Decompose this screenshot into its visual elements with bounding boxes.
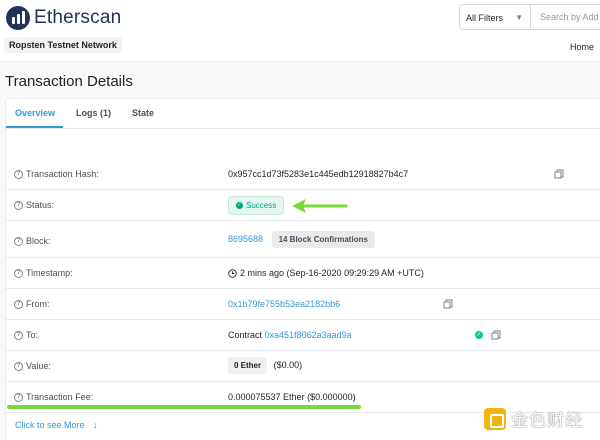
contract-prefix: Contract <box>228 330 263 340</box>
status-value: Success <box>246 201 277 210</box>
question-circle-icon[interactable]: ? <box>14 169 23 179</box>
question-circle-icon[interactable]: ? <box>14 392 23 402</box>
etherscan-logo-icon <box>6 6 30 30</box>
watermark: 金色财经 <box>484 406 583 431</box>
arrow-down-icon: ↓ <box>93 420 98 430</box>
to-value-group: Contract 0xa451f8062a3aad9a <box>228 330 352 340</box>
transaction-hash-value: 0x957cc1d73f5283e1c445edb12918827b4c7 <box>228 169 409 179</box>
fee-label: ? Transaction Fee: <box>14 392 93 402</box>
active-tab-indicator <box>6 126 63 128</box>
status-label-text: Status: <box>26 200 55 210</box>
see-more-text: Click to see More <box>15 420 85 430</box>
value-label-text: Value: <box>26 361 51 371</box>
block-label-text: Block: <box>26 236 51 246</box>
tab-state[interactable]: State <box>132 108 154 118</box>
annotation-underline <box>7 405 361 409</box>
etherscan-logo[interactable]: Etherscan <box>6 6 121 30</box>
block-value-group: 8695688 14 Block Confirmations <box>228 231 375 248</box>
value-usd: ($0.00) <box>273 360 303 370</box>
search-input[interactable] <box>531 4 600 30</box>
to-label-text: To: <box>26 330 39 340</box>
verified-check-icon: ✓ <box>475 331 483 339</box>
tab-overview[interactable]: Overview <box>15 108 55 118</box>
copy-icon[interactable] <box>491 330 501 340</box>
timestamp-value: 2 mins ago (Sep-16-2020 09:29:29 AM +UTC… <box>240 268 424 278</box>
detail-row-timestamp: ? Timestamp: 2 mins ago (Sep-16-2020 09:… <box>6 258 600 289</box>
tab-bar: Overview Logs (1) State <box>6 99 600 129</box>
transaction-details-card: Overview Logs (1) State ? Transaction Ha… <box>5 98 600 440</box>
hash-label: ? Transaction Hash: <box>14 169 99 179</box>
chevron-down-icon: ▼ <box>515 13 523 22</box>
block-number-link[interactable]: 8695688 <box>228 234 263 244</box>
nav-home-link[interactable]: Home <box>570 42 594 52</box>
hash-label-text: Transaction Hash: <box>26 169 99 179</box>
block-label: ? Block: <box>14 236 51 246</box>
fee-label-text: Transaction Fee: <box>26 392 94 402</box>
search-filter-select[interactable]: All Filters ▼ <box>459 4 531 30</box>
from-label-text: From: <box>26 299 50 309</box>
clock-icon <box>228 268 237 278</box>
search-filter-label: All Filters <box>466 13 504 23</box>
status-badge: ✓ Success <box>228 196 285 215</box>
detail-row-hash: ? Transaction Hash: 0x957cc1d73f5283e1c4… <box>6 159 600 190</box>
detail-row-from: ? From: 0x1b79fe755b53ea2182bb6 <box>6 289 600 320</box>
annotation-arrow-icon <box>292 199 348 213</box>
from-label: ? From: <box>14 299 50 309</box>
page-title: Transaction Details <box>5 73 133 90</box>
question-circle-icon[interactable]: ? <box>14 330 23 340</box>
detail-row-to: ? To: Contract 0xa451f8062a3aad9a ✓ <box>6 320 600 351</box>
tab-logs[interactable]: Logs (1) <box>76 108 111 118</box>
see-more-link[interactable]: Click to see More ↓ <box>15 420 98 430</box>
ether-amount-badge: 0 Ether <box>228 357 268 374</box>
value-group: 0 Ether ($0.00) <box>228 357 302 374</box>
transaction-fee-value: 0.000075537 Ether ($0.000000) <box>228 392 356 402</box>
question-circle-icon[interactable]: ? <box>14 299 23 309</box>
block-confirmations-badge: 14 Block Confirmations <box>271 231 375 248</box>
watermark-logo-icon <box>484 407 506 430</box>
detail-row-block: ? Block: 8695688 14 Block Confirmations <box>6 224 600 258</box>
copy-icon[interactable] <box>443 299 453 309</box>
detail-row-value: ? Value: 0 Ether ($0.00) <box>6 351 600 382</box>
timestamp-value-group: 2 mins ago (Sep-16-2020 09:29:29 AM +UTC… <box>228 268 424 278</box>
question-circle-icon[interactable]: ? <box>14 361 23 371</box>
timestamp-label-text: Timestamp: <box>26 268 73 278</box>
copy-icon[interactable] <box>554 169 564 179</box>
to-contract-link[interactable]: 0xa451f8062a3aad9a <box>265 330 352 340</box>
value-label: ? Value: <box>14 361 51 371</box>
timestamp-label: ? Timestamp: <box>14 268 73 278</box>
network-badge: Ropsten Testnet Network <box>4 37 122 53</box>
from-address-link[interactable]: 0x1b79fe755b53ea2182bb6 <box>228 299 340 309</box>
check-circle-icon: ✓ <box>236 202 243 209</box>
brand-name: Etherscan <box>34 7 122 28</box>
top-navbar: Etherscan Ropsten Testnet Network All Fi… <box>0 0 600 62</box>
question-circle-icon[interactable]: ? <box>14 268 23 278</box>
watermark-text: 金色财经 <box>511 411 583 430</box>
question-circle-icon[interactable]: ? <box>14 236 23 246</box>
question-circle-icon[interactable]: ? <box>14 200 23 210</box>
status-label: ? Status: <box>14 200 54 210</box>
to-label: ? To: <box>14 330 38 340</box>
